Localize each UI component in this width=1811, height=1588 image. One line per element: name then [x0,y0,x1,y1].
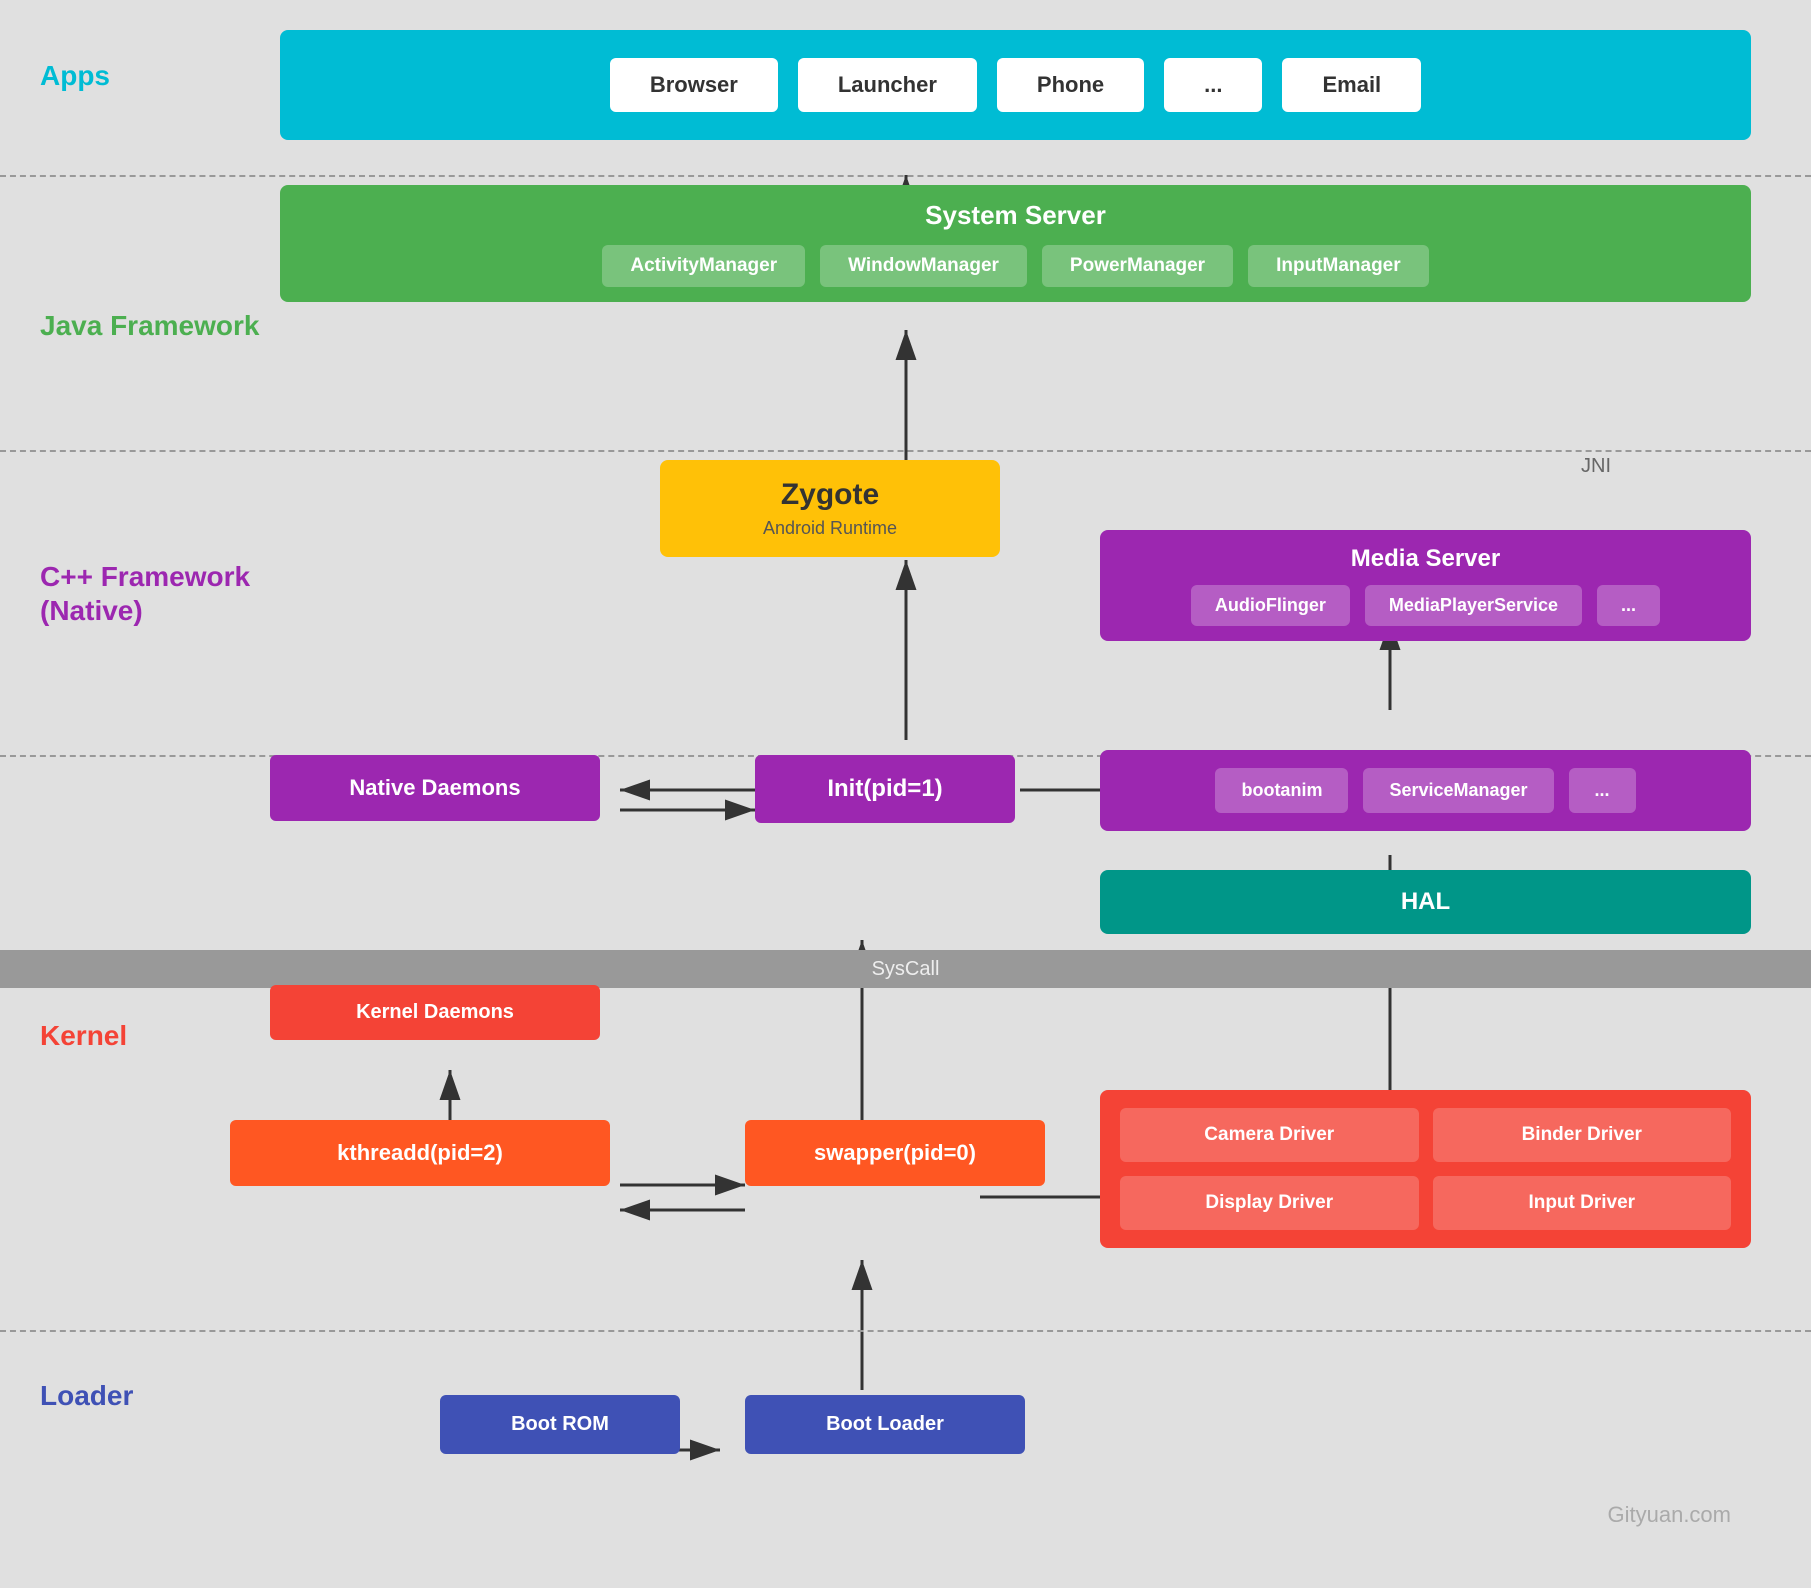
loader-label: Loader [40,1380,133,1412]
native-dots: ... [1569,768,1636,813]
init-box: Init(pid=1) [755,755,1015,823]
boot-loader-label: Boot Loader [761,1413,1009,1436]
apps-bar: Browser Launcher Phone ... Email [280,30,1751,140]
app-email: Email [1282,58,1421,112]
zygote-title: Zygote [680,478,980,512]
system-server-box: System Server ActivityManager WindowMana… [280,185,1751,302]
kernel-daemons-label: Kernel Daemons [286,1001,584,1024]
media-server-title: Media Server [1120,545,1731,573]
native-daemons-label: Native Daemons [286,775,584,801]
input-manager: InputManager [1248,245,1429,287]
swapper-label: swapper(pid=0) [761,1140,1029,1166]
hal-box: HAL [1100,870,1751,934]
app-dots: ... [1164,58,1262,112]
zygote-box: Zygote Android Runtime [660,460,1000,557]
audio-flinger: AudioFlinger [1191,585,1350,626]
syscall-bar: SysCall [0,950,1811,988]
watermark: Gityuan.com [1608,1502,1732,1528]
swapper-box: swapper(pid=0) [745,1120,1045,1186]
boot-rom-label: Boot ROM [456,1413,664,1436]
kernel-label: Kernel [40,1020,127,1052]
syscall-label: SysCall [872,958,940,981]
display-driver: Display Driver [1120,1176,1419,1230]
bootanim: bootanim [1215,768,1348,813]
power-manager: PowerManager [1042,245,1233,287]
apps-label: Apps [40,60,110,92]
kthreadd-label: kthreadd(pid=2) [246,1140,594,1166]
boot-rom-box: Boot ROM [440,1395,680,1454]
kernel-daemons-box: Kernel Daemons [270,985,600,1040]
cpp-framework-label: C++ Framework(Native) [40,560,250,627]
kthreadd-box: kthreadd(pid=2) [230,1120,610,1186]
boot-loader-box: Boot Loader [745,1395,1025,1454]
media-dots: ... [1597,585,1660,626]
input-driver: Input Driver [1433,1176,1732,1230]
app-browser: Browser [610,58,778,112]
app-phone: Phone [997,58,1144,112]
init-label: Init(pid=1) [771,775,999,803]
service-manager: ServiceManager [1363,768,1553,813]
native-services-box: bootanim ServiceManager ... [1100,750,1751,831]
divider-5 [0,1330,1811,1332]
camera-driver: Camera Driver [1120,1108,1419,1162]
native-daemons-box: Native Daemons [270,755,600,821]
jni-label: JNI [1581,455,1611,478]
window-manager: WindowManager [820,245,1027,287]
hal-label: HAL [1120,888,1731,916]
app-launcher: Launcher [798,58,977,112]
binder-driver: Binder Driver [1433,1108,1732,1162]
activity-manager: ActivityManager [602,245,805,287]
divider-2 [0,450,1811,452]
media-player-service: MediaPlayerService [1365,585,1582,626]
drivers-box: Camera Driver Binder Driver Display Driv… [1100,1090,1751,1248]
divider-1 [0,175,1811,177]
media-server-box: Media Server AudioFlinger MediaPlayerSer… [1100,530,1751,641]
system-server-title: System Server [300,200,1731,231]
zygote-subtitle: Android Runtime [680,518,980,539]
diagram-container: Apps Browser Launcher Phone ... Email Ja… [0,0,1811,1588]
java-framework-label: Java Framework [40,310,259,342]
